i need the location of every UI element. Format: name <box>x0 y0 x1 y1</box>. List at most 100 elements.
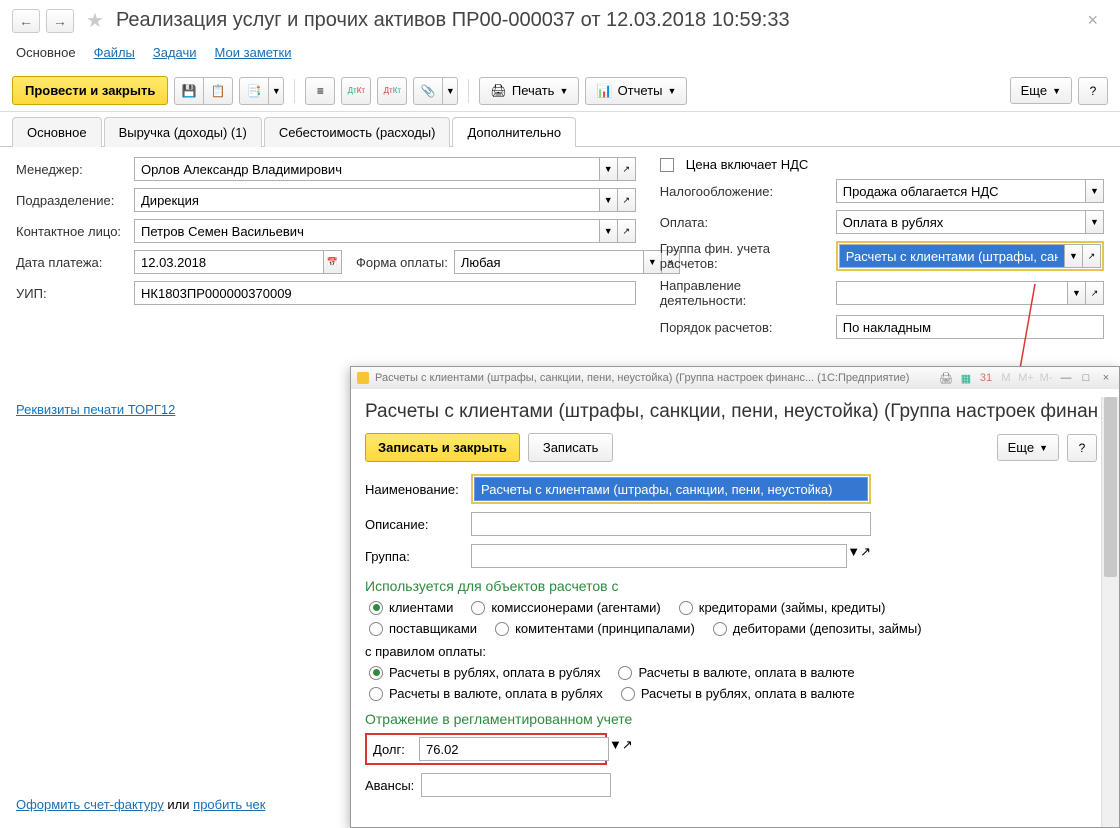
fingroup-input[interactable] <box>839 244 1065 268</box>
tab-main[interactable]: Основное <box>12 117 102 147</box>
dept-input[interactable] <box>134 188 600 212</box>
radio-pr3[interactable] <box>369 687 383 701</box>
group-open[interactable]: ↗ <box>860 544 871 568</box>
nav-notes[interactable]: Мои заметки <box>215 45 292 60</box>
radio-clients[interactable] <box>369 601 383 615</box>
radio-cred[interactable] <box>679 601 693 615</box>
min-icon[interactable]: — <box>1059 371 1073 385</box>
modal-save-close[interactable]: Записать и закрыть <box>365 433 520 462</box>
dropdown-icon[interactable]: ▼ <box>268 77 284 105</box>
paydate-input[interactable] <box>134 250 324 274</box>
tax-dd[interactable]: ▼ <box>1086 179 1104 203</box>
calc-icon[interactable]: ▦ <box>959 371 973 385</box>
uip-input[interactable] <box>134 281 636 305</box>
radio-debit[interactable] <box>713 622 727 636</box>
radio-pr1[interactable] <box>369 666 383 680</box>
radio-commiss-label: комиссионерами (агентами) <box>491 600 660 615</box>
group-dd[interactable]: ▼ <box>847 544 860 568</box>
radio-suppl[interactable] <box>369 622 383 636</box>
advance-label: Авансы: <box>365 778 415 793</box>
activity-open[interactable]: ↗ <box>1086 281 1104 305</box>
reports-button[interactable]: 📊Отчеты▼ <box>585 77 687 105</box>
max-icon[interactable]: □ <box>1079 371 1093 385</box>
contact-open[interactable]: ↗ <box>618 219 636 243</box>
tab-income[interactable]: Выручка (доходы) (1) <box>104 117 262 147</box>
mminus-icon[interactable]: M- <box>1039 371 1053 385</box>
radio-comit-label: комитентами (принципалами) <box>515 621 695 636</box>
dtct2-icon[interactable]: ДтКт <box>377 77 407 105</box>
tab-cost[interactable]: Себестоимость (расходы) <box>264 117 451 147</box>
create-based-icon[interactable]: 📑 <box>239 77 269 105</box>
group-input[interactable] <box>471 544 847 568</box>
close-icon[interactable]: × <box>1087 10 1108 31</box>
m-icon[interactable]: M <box>999 371 1013 385</box>
modal-close-icon[interactable]: × <box>1099 371 1113 385</box>
mplus-icon[interactable]: M+ <box>1019 371 1033 385</box>
dtct-icon[interactable]: ДтКт <box>341 77 371 105</box>
section-objects: Используется для объектов расчетов с <box>365 578 1097 594</box>
vat-checkbox[interactable] <box>660 158 674 172</box>
radio-comit[interactable] <box>495 622 509 636</box>
manager-input[interactable] <box>134 157 600 181</box>
tab-additional[interactable]: Дополнительно <box>452 117 576 147</box>
debt-open[interactable]: ↗ <box>622 737 633 761</box>
radio-pr4[interactable] <box>621 687 635 701</box>
modal-save[interactable]: Записать <box>528 433 614 462</box>
torg12-link[interactable]: Реквизиты печати ТОРГ12 <box>16 402 175 417</box>
print-icon[interactable]: 🖨 <box>939 371 953 385</box>
debt-input[interactable] <box>419 737 609 761</box>
nav-tasks[interactable]: Задачи <box>153 45 197 60</box>
payment-label: Оплата: <box>660 215 830 230</box>
check-link[interactable]: пробить чек <box>193 797 265 812</box>
manager-open[interactable]: ↗ <box>618 157 636 181</box>
more-button[interactable]: Еще▼ <box>1010 77 1072 104</box>
radio-commiss[interactable] <box>471 601 485 615</box>
fingroup-dd[interactable]: ▼ <box>1065 244 1083 268</box>
dept-dd[interactable]: ▼ <box>600 188 618 212</box>
payform-input[interactable] <box>454 250 644 274</box>
invoice-link[interactable]: Оформить счет-фактуру <box>16 797 164 812</box>
contact-input[interactable] <box>134 219 600 243</box>
save-icon[interactable]: 💾 <box>174 77 204 105</box>
activity-input[interactable] <box>836 281 1068 305</box>
modal-help[interactable]: ? <box>1067 434 1097 462</box>
contact-dd[interactable]: ▼ <box>600 219 618 243</box>
fingroup-label: Группа фин. учета расчетов: <box>660 241 830 271</box>
nav-main[interactable]: Основное <box>16 45 76 60</box>
cal-icon[interactable]: 31 <box>979 371 993 385</box>
radio-pr2[interactable] <box>618 666 632 680</box>
activity-dd[interactable]: ▼ <box>1068 281 1086 305</box>
app-icon <box>357 372 369 384</box>
radio-debit-label: дебиторами (депозиты, займы) <box>733 621 922 636</box>
advance-input[interactable] <box>421 773 611 797</box>
settle-input[interactable] <box>836 315 1104 339</box>
print-button[interactable]: 🖨Печать▼ <box>479 77 579 105</box>
dept-label: Подразделение: <box>16 193 128 208</box>
nav-files[interactable]: Файлы <box>94 45 135 60</box>
nav-back[interactable]: ← <box>12 9 40 33</box>
dept-open[interactable]: ↗ <box>618 188 636 212</box>
help-button[interactable]: ? <box>1078 77 1108 105</box>
structure-icon[interactable]: ≡ <box>305 77 335 105</box>
debt-dd[interactable]: ▼ <box>609 737 622 761</box>
modal-scrollbar[interactable] <box>1101 397 1119 827</box>
fingroup-open[interactable]: ↗ <box>1083 244 1101 268</box>
modal-more[interactable]: Еще▼ <box>997 434 1059 461</box>
post-close-button[interactable]: Провести и закрыть <box>12 76 168 105</box>
post-icon[interactable]: 📋 <box>203 77 233 105</box>
nav-links: Основное Файлы Задачи Мои заметки <box>0 41 1120 70</box>
tax-input[interactable] <box>836 179 1086 203</box>
payment-dd[interactable]: ▼ <box>1086 210 1104 234</box>
desc-input[interactable] <box>471 512 871 536</box>
debt-label: Долг: <box>369 742 413 757</box>
manager-dd[interactable]: ▼ <box>600 157 618 181</box>
star-icon[interactable]: ★ <box>86 8 104 33</box>
section-regl: Отражение в регламентированном учете <box>365 711 1097 727</box>
nav-fwd[interactable]: → <box>46 9 74 33</box>
attach-dd-icon[interactable]: ▼ <box>442 77 458 105</box>
attach-icon[interactable]: 📎 <box>413 77 443 105</box>
group-label: Группа: <box>365 549 465 564</box>
paydate-cal[interactable]: 📅 <box>324 250 342 274</box>
payment-input[interactable] <box>836 210 1086 234</box>
name-input[interactable] <box>474 477 868 501</box>
